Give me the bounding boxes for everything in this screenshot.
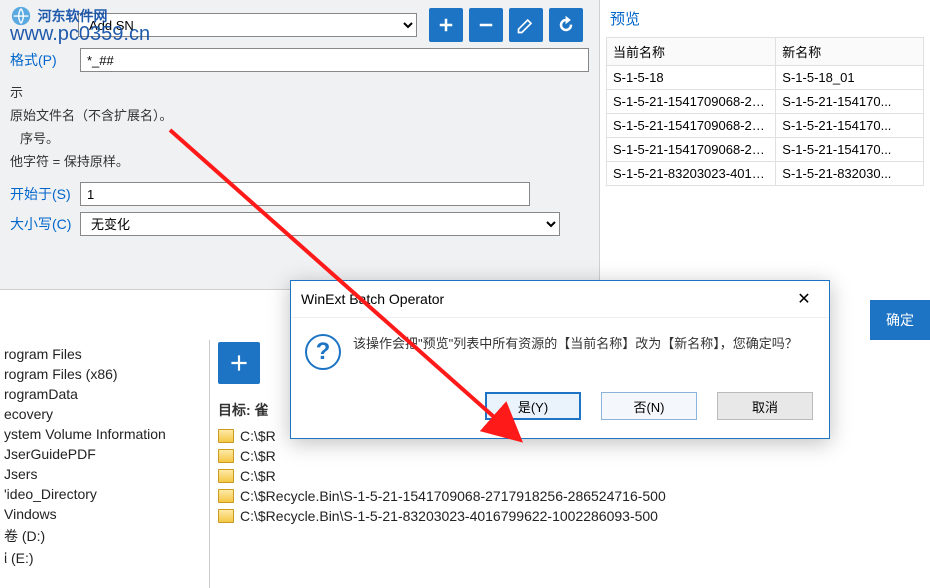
tree-item[interactable]: JserGuidePDF <box>0 444 209 464</box>
col-current-name[interactable]: 当前名称 <box>607 38 776 66</box>
cell-new: S-1-5-18_01 <box>776 66 924 90</box>
folder-icon <box>218 429 234 443</box>
cell-new: S-1-5-21-154170... <box>776 138 924 162</box>
hint-original-name: 原始文件名（不含扩展名）。 <box>10 105 589 124</box>
table-row[interactable]: S-1-5-21-1541709068-271791...S-1-5-21-15… <box>607 138 924 162</box>
cell-current: S-1-5-21-83203023-40167996... <box>607 162 776 186</box>
folder-icon <box>218 469 234 483</box>
close-icon[interactable]: ✕ <box>789 287 819 311</box>
remove-button[interactable] <box>469 8 503 42</box>
hint-sequence: 序号。 <box>20 128 589 147</box>
cell-new: S-1-5-21-832030... <box>776 162 924 186</box>
cell-current: S-1-5-21-1541709068-271791... <box>607 90 776 114</box>
cell-current: S-1-5-18 <box>607 66 776 90</box>
tree-item[interactable]: rogram Files <box>0 344 209 364</box>
col-new-name[interactable]: 新名称 <box>776 38 924 66</box>
file-row[interactable]: C:\$R <box>218 466 922 486</box>
confirm-dialog: WinExt Batch Operator ✕ ? 该操作会把"预览"列表中所有… <box>290 280 830 439</box>
tree-item[interactable]: rogram Files (x86) <box>0 364 209 384</box>
dialog-title: WinExt Batch Operator <box>301 291 444 307</box>
table-row[interactable]: S-1-5-21-1541709068-271791...S-1-5-21-15… <box>607 114 924 138</box>
tree-item[interactable]: rogramData <box>0 384 209 404</box>
add-button[interactable] <box>429 8 463 42</box>
tree-item[interactable]: Jsers <box>0 464 209 484</box>
preview-panel: 预览 当前名称 新名称 S-1-5-18S-1-5-18_01S-1-5-21-… <box>600 0 930 290</box>
edit-button[interactable] <box>509 8 543 42</box>
cancel-button[interactable]: 取消 <box>717 392 813 420</box>
preview-table: 当前名称 新名称 S-1-5-18S-1-5-18_01S-1-5-21-154… <box>606 37 924 186</box>
file-path: C:\$Recycle.Bin\S-1-5-21-83203023-401679… <box>240 508 658 524</box>
folder-icon <box>218 509 234 523</box>
cell-current: S-1-5-21-1541709068-271791... <box>607 138 776 162</box>
watermark-logo: 河东软件网 www.pc0359.cn <box>10 4 150 46</box>
file-row[interactable]: C:\$R <box>218 446 922 466</box>
start-label: 开始于(S) <box>10 184 72 204</box>
confirm-button[interactable]: 确定 <box>870 300 930 340</box>
format-input[interactable] <box>80 48 589 72</box>
file-row[interactable]: C:\$Recycle.Bin\S-1-5-21-83203023-401679… <box>218 506 922 526</box>
file-path: C:\$R <box>240 468 276 484</box>
table-row[interactable]: S-1-5-18S-1-5-18_01 <box>607 66 924 90</box>
site-name: 河东软件网 <box>38 8 108 24</box>
tree-item[interactable]: ecovery <box>0 404 209 424</box>
cell-new: S-1-5-21-154170... <box>776 90 924 114</box>
tree-item[interactable]: Vindows <box>0 504 209 524</box>
file-path: C:\$R <box>240 428 276 444</box>
hint-other-chars: 他字符 = 保持原样。 <box>10 151 589 170</box>
format-label: 格式(P) <box>10 50 72 70</box>
preview-title: 预览 <box>606 8 924 29</box>
cell-new: S-1-5-21-154170... <box>776 114 924 138</box>
tree-item[interactable]: 卷 (D:) <box>0 524 209 548</box>
folder-icon <box>218 449 234 463</box>
file-path: C:\$R <box>240 448 276 464</box>
refresh-button[interactable] <box>549 8 583 42</box>
no-button[interactable]: 否(N) <box>601 392 697 420</box>
yes-button[interactable]: 是(Y) <box>485 392 581 420</box>
cell-current: S-1-5-21-1541709068-271791... <box>607 114 776 138</box>
tree-item[interactable]: ἱ (E:) <box>0 548 209 568</box>
case-combo[interactable]: 无变化 <box>80 212 560 236</box>
folder-tree[interactable]: rogram Filesrogram Files (x86)rogramData… <box>0 340 210 588</box>
case-label: 大小写(C) <box>10 214 72 234</box>
hint-header: 示 <box>10 82 589 101</box>
dialog-message: 该操作会把"预览"列表中所有资源的【当前名称】改为【新名称】，您确定吗？ <box>353 334 798 370</box>
site-url: www.pc0359.cn <box>10 23 150 46</box>
table-row[interactable]: S-1-5-21-83203023-40167996...S-1-5-21-83… <box>607 162 924 186</box>
folder-icon <box>218 489 234 503</box>
question-icon: ? <box>305 334 341 370</box>
file-path: C:\$Recycle.Bin\S-1-5-21-1541709068-2717… <box>240 488 666 504</box>
tree-item[interactable]: 'ideo_Directory <box>0 484 209 504</box>
add-target-button[interactable] <box>218 342 260 384</box>
start-input[interactable] <box>80 182 530 206</box>
tree-item[interactable]: ystem Volume Information <box>0 424 209 444</box>
table-row[interactable]: S-1-5-21-1541709068-271791...S-1-5-21-15… <box>607 90 924 114</box>
file-row[interactable]: C:\$Recycle.Bin\S-1-5-21-1541709068-2717… <box>218 486 922 506</box>
